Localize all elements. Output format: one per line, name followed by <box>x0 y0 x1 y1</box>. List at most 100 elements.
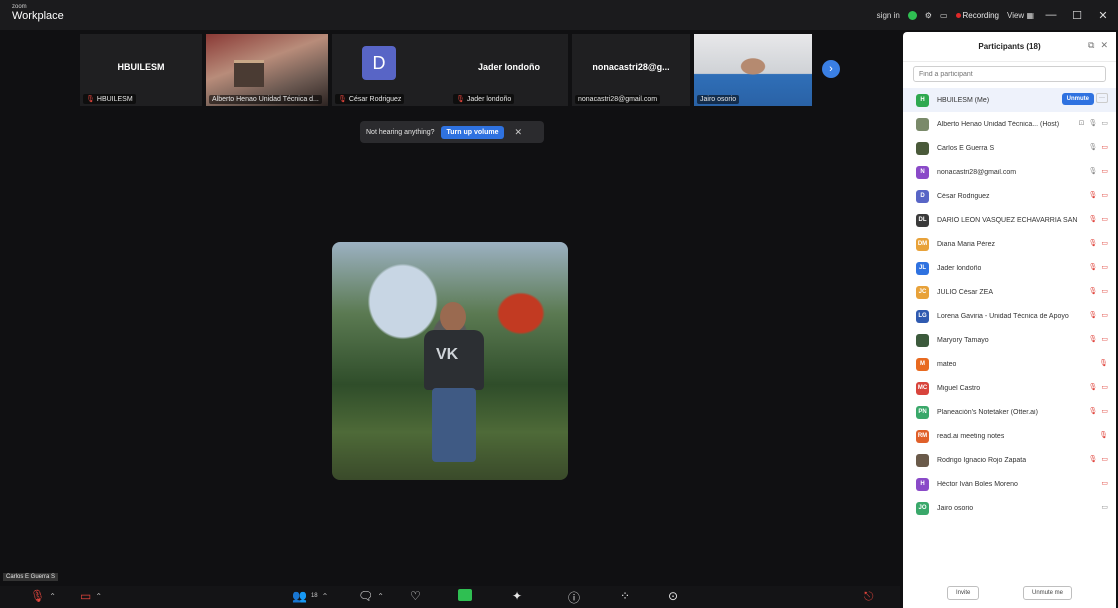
pop-out-icon[interactable]: ⧉ <box>1088 40 1094 51</box>
people-icon: 👥 <box>292 589 307 603</box>
video-strip: HBUILESM 🎙 HBUILESM Alberto Henao Unidad … <box>0 34 900 106</box>
participant-status-icons: ▭ <box>1101 503 1108 511</box>
video-off-icon: ▭ <box>1101 264 1108 271</box>
video-tile[interactable]: nonacastri28@g... nonacastri28@gmail.com <box>572 34 690 106</box>
avatar: DL <box>916 213 929 227</box>
tile-label: 🎙 Jader londoño <box>453 94 515 104</box>
audio-toast: Not hearing anything? Turn up volume ✕ <box>360 121 544 143</box>
participant-row[interactable]: Alberto Henao Unidad Técnica... (Host) ⊡ 🎙… <box>903 112 1116 136</box>
info-button[interactable]: ⓘ <box>568 589 580 606</box>
chevron-up-icon[interactable]: ⌃ <box>95 592 102 601</box>
participant-name: DARIO LEON VASQUEZ ECHAVARRIA SAN... <box>937 216 1077 224</box>
participant-name: Jairo osorio <box>937 504 974 512</box>
participant-row[interactable]: PN Planeación's Notetaker (Otter.ai) 🎙 ▭ <box>903 400 1116 424</box>
heart-icon: ♡ <box>410 589 421 603</box>
participant-name: César Rodriguez <box>937 192 990 200</box>
participant-name: Alberto Henao Unidad Técnica... (Host) <box>937 120 1060 128</box>
participants-button[interactable]: 👥 18 ⌃ <box>292 589 328 603</box>
participant-list: H HBUILESM (Me) Unmute ··· Alberto Henao Uni… <box>903 88 1116 520</box>
maximize-button[interactable]: ☐ <box>1068 9 1086 22</box>
participant-row[interactable]: JO Jairo osorio ▭ <box>903 496 1116 520</box>
ai-companion-button[interactable]: ✦ <box>512 589 522 603</box>
participant-name: Maryory Tamayo <box>937 336 989 344</box>
share-icon <box>458 589 472 601</box>
recording-indicator[interactable]: Recording <box>955 11 999 20</box>
speaker-shirt: VK <box>424 330 484 390</box>
unmute-button[interactable]: Unmute <box>1061 93 1094 105</box>
mic-on-icon: 🎙 <box>1088 120 1098 127</box>
video-tile[interactable]: HBUILESM 🎙 HBUILESM <box>80 34 202 106</box>
close-icon[interactable]: ✕ <box>1100 40 1108 51</box>
participant-status-icons: 🎙 ▭ <box>1088 263 1108 271</box>
security-shield-icon[interactable] <box>907 10 917 20</box>
chevron-right-icon[interactable]: › <box>822 60 840 78</box>
participant-search-input[interactable] <box>913 66 1106 82</box>
chevron-up-icon[interactable]: ⌃ <box>377 592 384 601</box>
participant-row[interactable]: DM Diana Maria Pérez 🎙 ▭ <box>903 232 1116 256</box>
chat-button[interactable]: 🗨 ⌃ <box>358 589 384 603</box>
close-window-button[interactable]: ✕ <box>1094 9 1112 22</box>
panel-title: Participants (18) <box>978 42 1041 51</box>
avatar: JC <box>916 285 929 299</box>
participant-row[interactable]: Nnonacastri28@gmail.com 🎙 ▭ <box>903 160 1116 184</box>
participant-name: HBUILESM (Me) <box>937 96 990 104</box>
toast-close-icon[interactable]: ✕ <box>514 127 522 138</box>
participant-row[interactable]: D César Rodriguez 🎙 ▭ <box>903 184 1116 208</box>
participant-row[interactable]: Carlos E Guerra S 🎙 ▭ <box>903 136 1116 160</box>
apps-button[interactable]: ⁘ <box>620 589 630 603</box>
avatar: PN <box>916 405 929 419</box>
avatar: D <box>362 46 396 80</box>
mic-off-icon: 🎙 <box>1088 264 1098 271</box>
participant-name: Lorena Gaviria - Unidad Técnica de Apoyo <box>937 312 1069 320</box>
video-button[interactable]: ▭ ⌃ <box>80 589 102 603</box>
participant-row[interactable]: Maryory Tamayo 🎙 ▭ <box>903 328 1116 352</box>
mic-on-icon: 🎙 <box>1088 144 1098 151</box>
video-tile[interactable]: D 🎙 César Rodriguez <box>332 34 454 106</box>
participant-row[interactable]: DL DARIO LEON VASQUEZ ECHAVARRIA SAN... 🎙 ▭ <box>903 208 1116 232</box>
video-tile[interactable]: Jader londoño 🎙 Jader londoño <box>450 34 568 106</box>
screen-icon[interactable]: ▭ <box>940 11 948 20</box>
video-off-icon: ▭ <box>1101 168 1108 175</box>
react-button[interactable]: ♡ <box>410 589 421 603</box>
participant-status-icons: 🎙 ▭ <box>1088 215 1108 223</box>
grid-icon: ▦ <box>1026 10 1034 20</box>
participant-row[interactable]: H HBUILESM (Me) Unmute ··· <box>903 88 1116 112</box>
unmute-me-button[interactable]: Unmute me <box>1023 586 1073 600</box>
participant-row[interactable]: MC Miguel Castro 🎙 ▭ <box>903 376 1116 400</box>
brand-name: Workplace <box>12 10 64 22</box>
share-screen-button[interactable] <box>458 589 472 601</box>
video-off-icon: ▭ <box>1101 288 1108 295</box>
chevron-up-icon[interactable]: ⌃ <box>49 592 56 601</box>
view-button[interactable]: View ▦ <box>1007 11 1034 20</box>
participant-row[interactable]: JL Jader londoño 🎙 ▭ <box>903 256 1116 280</box>
sign-in-link[interactable]: sign in <box>877 11 900 20</box>
avatar: JL <box>916 261 929 275</box>
participant-row[interactable]: LG Lorena Gaviria - Unidad Técnica de Apo… <box>903 304 1116 328</box>
participant-status-icons: 🎙 ▭ <box>1088 455 1108 463</box>
video-tile[interactable]: Jairo osorio <box>694 34 812 106</box>
turn-up-volume-button[interactable]: Turn up volume <box>440 125 505 139</box>
minimize-button[interactable]: — <box>1042 9 1060 21</box>
avatar <box>916 453 929 467</box>
participant-row[interactable]: JC JULIO César ZEA 🎙 ▭ <box>903 280 1116 304</box>
tile-label: nonacastri28@gmail.com <box>575 95 661 104</box>
participant-row[interactable]: Rodrigo Ignacio Rojo Zapata 🎙 ▭ <box>903 448 1116 472</box>
participant-row[interactable]: RM read.ai meeting notes 🎙 <box>903 424 1116 448</box>
settings-icon[interactable]: ⚙ <box>925 11 932 20</box>
participant-status-icons: 🎙 ▭ <box>1088 191 1108 199</box>
avatar: M <box>916 357 929 371</box>
mic-off-icon: 🎙 <box>1088 192 1098 199</box>
participant-row[interactable]: Mmateo 🎙 <box>903 352 1116 376</box>
avatar <box>916 141 929 155</box>
more-button[interactable]: ⊙ <box>668 589 678 603</box>
invite-button[interactable]: Invite <box>947 586 980 600</box>
mute-button[interactable]: 🎙 ⌃ <box>30 589 56 603</box>
video-off-icon: ▭ <box>1101 336 1108 343</box>
leave-button[interactable]: ⎋ <box>864 589 874 604</box>
participant-row[interactable]: H Héctor Iván Boles Moreno ▭ <box>903 472 1116 496</box>
tile-label: Alberto Henao Unidad Técnica d... <box>209 95 322 104</box>
video-tile[interactable]: Alberto Henao Unidad Técnica d... <box>206 34 328 106</box>
more-options-button[interactable]: ··· <box>1096 93 1108 103</box>
meeting-toolbar: 🎙 ⌃ ▭ ⌃ 👥 18 ⌃ 🗨 ⌃ ♡ ✦ ⓘ ⁘ ⊙ ⎋ <box>0 586 900 608</box>
chevron-up-icon[interactable]: ⌃ <box>322 592 329 601</box>
